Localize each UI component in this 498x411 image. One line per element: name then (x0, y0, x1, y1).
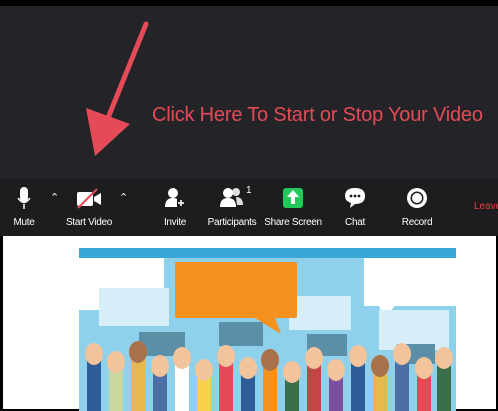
microphone-icon (17, 187, 31, 209)
zoom-meeting-screenshot: Click Here To Start or Stop Your Video M… (0, 0, 498, 236)
share-screen-label: Share Screen (264, 217, 322, 228)
chat-icon (345, 188, 365, 208)
record-icon (407, 188, 427, 208)
record-label: Record (401, 217, 433, 228)
illustration-graphic (79, 248, 456, 411)
leave-meeting-button[interactable]: Leave (474, 201, 498, 212)
audio-options-caret-up-icon[interactable]: ⌃ (50, 191, 59, 204)
participants-icon (220, 188, 243, 207)
video-camera-off-icon (77, 188, 101, 209)
invite-icon (165, 188, 185, 207)
share-screen-button[interactable]: Share Screen (264, 179, 322, 236)
participants-label: Participants (207, 217, 257, 228)
video-options-caret-up-icon[interactable]: ⌃ (119, 191, 128, 204)
invite-button[interactable]: Invite (160, 179, 190, 236)
raised-hands-illustration (79, 248, 456, 411)
share-screen-icon (283, 188, 303, 208)
annotation-text: Click Here To Start or Stop Your Video (152, 104, 483, 126)
meeting-toolbar: Mute ⌃ Start Video ⌃ Invite Participants… (0, 179, 498, 236)
annotation-arrow-icon (86, 21, 149, 156)
mute-label: Mute (13, 217, 35, 228)
chat-label: Chat (345, 217, 365, 228)
start-video-button[interactable]: Start Video (63, 179, 115, 236)
mute-button[interactable]: Mute (6, 179, 42, 236)
start-video-label: Start Video (66, 217, 112, 228)
participants-count: 1 (246, 185, 252, 196)
chat-button[interactable]: Chat (340, 179, 370, 236)
invite-label: Invite (163, 217, 187, 228)
record-button[interactable]: Record (399, 179, 435, 236)
